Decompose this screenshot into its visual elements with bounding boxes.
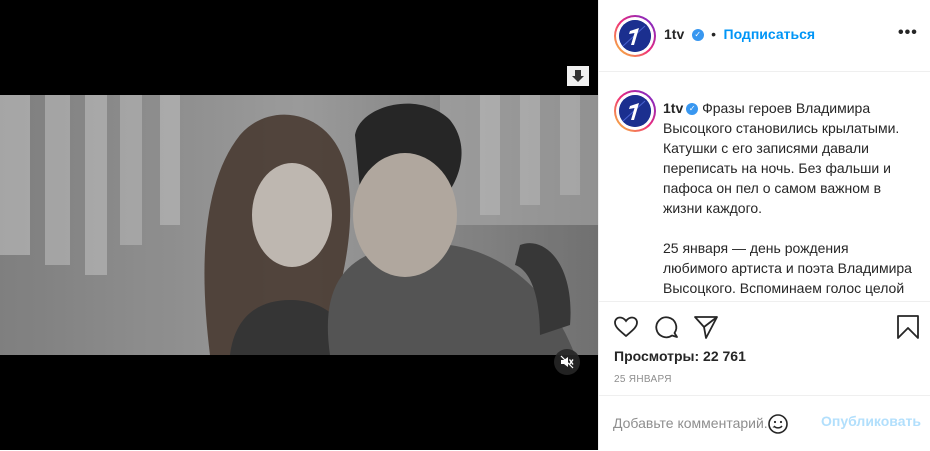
- mute-toggle-button[interactable]: [554, 349, 580, 375]
- follow-button[interactable]: Подписаться: [724, 26, 816, 42]
- caption-paragraph-2: 25 января — день рождения любимого артис…: [663, 240, 912, 296]
- download-arrow-icon[interactable]: [567, 66, 589, 86]
- verified-badge-icon: ✓: [691, 28, 704, 41]
- caption-area: 1tv ✓ Фразы героев Владимира Высоцкого ст…: [599, 72, 930, 300]
- speech-bubble-icon[interactable]: [653, 314, 679, 340]
- more-options-icon[interactable]: •••: [898, 24, 918, 42]
- publish-button[interactable]: Опубликовать: [821, 413, 921, 429]
- verified-badge-icon: ✓: [686, 103, 699, 116]
- speaker-muted-icon: [560, 355, 574, 369]
- caption-avatar[interactable]: [614, 90, 656, 132]
- views-count[interactable]: Просмотры: 22 761: [614, 348, 746, 364]
- post-header: 1tv ✓ • Подписаться •••: [599, 0, 930, 72]
- bookmark-icon[interactable]: [895, 314, 921, 340]
- video-frame[interactable]: [0, 95, 598, 355]
- post-date[interactable]: 25 января: [614, 374, 672, 385]
- caption-username[interactable]: 1tv: [663, 100, 683, 116]
- comment-bar: Опубликовать: [599, 395, 930, 451]
- smiley-icon[interactable]: [767, 413, 789, 435]
- heart-icon[interactable]: [613, 314, 639, 340]
- post-video[interactable]: [0, 0, 598, 450]
- channel-one-logo: [619, 20, 651, 52]
- channel-one-logo: [619, 95, 651, 127]
- separator-dot: •: [711, 26, 717, 42]
- caption-text: 1tv ✓ Фразы героев Владимира Высоцкого ст…: [663, 98, 913, 300]
- paper-plane-icon[interactable]: [693, 314, 719, 340]
- comment-input[interactable]: [613, 413, 823, 433]
- caption-paragraph-1: Фразы героев Владимира Высоцкого станови…: [663, 100, 900, 216]
- username[interactable]: 1tv: [664, 26, 684, 42]
- video-frame-image: [0, 95, 598, 355]
- post-side-panel: 1tv ✓ • Подписаться ••• 1tv ✓ Фразы геро…: [598, 0, 930, 450]
- avatar[interactable]: [614, 15, 656, 57]
